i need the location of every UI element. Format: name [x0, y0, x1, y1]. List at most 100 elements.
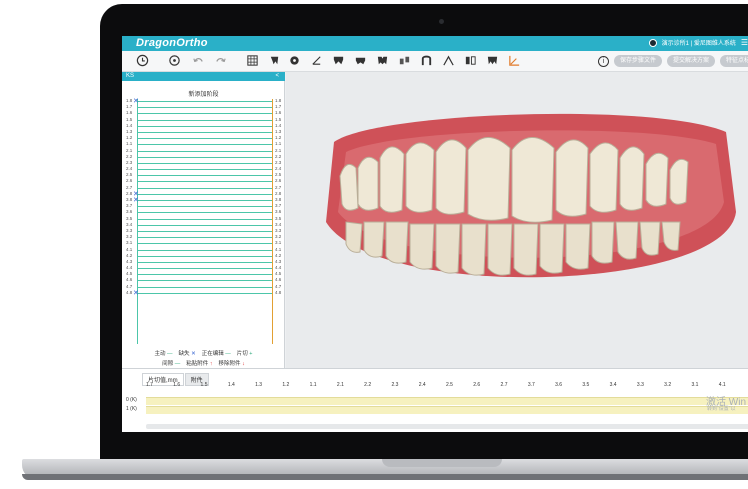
tooth-label: 1.2 [126, 135, 133, 141]
tooth-label: 3.4 [126, 221, 133, 227]
panel-title: KS [126, 73, 135, 79]
tooth-label: 4.8 [126, 289, 133, 295]
tooth-label: 4.3 [275, 258, 282, 264]
tooth-label: 4.7 [275, 283, 282, 289]
undo-icon[interactable] [192, 54, 205, 67]
tooth-label: 4.4 [126, 265, 133, 271]
split-icon[interactable] [464, 54, 477, 67]
tooth-number: 3.3 [636, 382, 644, 388]
stage-line [137, 101, 272, 102]
track-row[interactable]: 1 (K) [122, 406, 748, 414]
stage-line [137, 286, 272, 288]
missing-tooth-icon[interactable]: ✕ [133, 196, 139, 204]
tooth-label: 2.5 [126, 172, 133, 178]
tooth-label: 4.1 [126, 246, 133, 252]
submit-solution-button[interactable]: 提交解决方案 [666, 55, 715, 67]
ipr-timeline: 片切值,mm 附件 1.7 1.6 1.5 1.4 1.3 1.2 1.1 2.1 2.2 2.3… [122, 368, 748, 432]
tooth-number: 2.4 [418, 382, 426, 388]
tooth-label: 1.7 [126, 104, 133, 110]
lower-jaw-icon[interactable] [354, 54, 367, 67]
tooth-label: 3.8 [126, 197, 133, 202]
tooth-label: 2.4 [126, 166, 133, 172]
upper-jaw-icon[interactable] [332, 54, 345, 67]
stage-line [137, 292, 272, 294]
stage-line [137, 181, 272, 183]
tooth-label: 1.4 [275, 122, 282, 128]
arch-icon[interactable] [420, 54, 433, 67]
stage-line [137, 230, 272, 232]
tooth-number: 2.6 [473, 382, 481, 388]
tooth-row[interactable]: 4.8 4.8 ✕ [122, 289, 285, 297]
stage-line [137, 224, 272, 226]
tooth-label: 1.5 [126, 116, 133, 122]
menu-icon[interactable]: ☰ [741, 38, 748, 47]
stage-line [137, 150, 272, 152]
stage-line [137, 280, 272, 282]
stage-line [137, 119, 272, 121]
refresh-icon[interactable] [168, 54, 181, 67]
tooth-label: 2.6 [275, 178, 282, 184]
tooth-number: 2.1 [336, 382, 344, 388]
title-bar: DragonOrtho 演示诊所1 | 爱尼图维人系统 ☰ [122, 36, 748, 51]
measure-icon[interactable] [310, 54, 323, 67]
curve-icon[interactable] [442, 54, 455, 67]
stage-line [137, 255, 272, 257]
tooth-number: 3.2 [664, 382, 672, 388]
tooth-label: 2.7 [126, 184, 133, 190]
tooth-view-icon[interactable] [268, 54, 281, 67]
tooth-number: 1.5 [200, 382, 208, 388]
stage-line [137, 113, 272, 115]
tooth-icon[interactable] [486, 54, 499, 67]
stage-line [137, 243, 272, 245]
horizontal-scrollbar[interactable] [146, 424, 748, 429]
tooth-label: 4.6 [126, 277, 133, 283]
tooth-number: 2.3 [391, 382, 399, 388]
occlusion-icon[interactable] [376, 54, 389, 67]
toolbar-actions: i 保存步骤文件 提交解决方案 特征点标记 [597, 55, 748, 67]
missing-tooth-icon[interactable]: ✕ [133, 97, 139, 105]
panel-subtitle: 新添加阶段 [188, 92, 219, 98]
tooth-number: 1.7 [146, 382, 153, 388]
landmark-button[interactable]: 特征点标记 [719, 55, 748, 67]
tooth-label: 4.5 [275, 271, 282, 277]
user-area: 演示诊所1 | 爱尼图维人系统 ☰ [648, 38, 748, 47]
app-screen: DragonOrtho 演示诊所1 | 爱尼图维人系统 ☰ i 保存步骤文件 提… [122, 36, 748, 432]
user-text[interactable]: 演示诊所1 | 爱尼图维人系统 [662, 38, 736, 47]
tooth-number: 2.7 [500, 382, 508, 388]
missing-tooth-icon[interactable]: ✕ [133, 289, 139, 297]
redo-icon[interactable] [214, 54, 227, 67]
tooth-label: 2.7 [275, 184, 282, 190]
info-icon[interactable]: i [597, 55, 609, 67]
tooth-label: 1.6 [275, 110, 282, 116]
tooth-number: 3.1 [691, 382, 699, 388]
track-row[interactable]: 0 (K) [122, 397, 748, 405]
tooth-label: 3.3 [275, 227, 282, 233]
stage-line [137, 249, 272, 251]
tooth-number: 3.4 [609, 382, 617, 388]
tooth-label: 2.2 [126, 153, 133, 159]
stage-line [137, 107, 272, 109]
app-brand: DragonOrtho [136, 37, 208, 49]
stage-line [137, 193, 272, 195]
tooth-number: 2.2 [364, 382, 372, 388]
tooth-label: 3.7 [126, 203, 133, 209]
stage-line [137, 175, 272, 177]
avatar[interactable] [648, 38, 657, 47]
3d-viewport[interactable] [286, 72, 748, 368]
stage-line [137, 156, 272, 158]
attachment-icon[interactable] [398, 54, 411, 67]
tooth-label: 4.4 [275, 265, 282, 271]
stage-line [137, 212, 272, 214]
dot-icon[interactable] [288, 54, 301, 67]
tooth-label: 1.1 [126, 141, 133, 147]
tooth-label: 1.4 [126, 122, 133, 128]
legend-remove: 移除附件 ↓ [218, 361, 245, 367]
collapse-icon[interactable]: < [275, 72, 279, 81]
tooth-number: 1.2 [282, 382, 290, 388]
axis-icon[interactable] [508, 54, 521, 67]
grid-icon[interactable] [246, 54, 259, 67]
clock-icon[interactable] [136, 54, 149, 67]
tooth-label: 3.4 [275, 221, 282, 227]
save-steps-button[interactable]: 保存步骤文件 [613, 55, 662, 67]
dentition-model[interactable] [286, 72, 748, 368]
